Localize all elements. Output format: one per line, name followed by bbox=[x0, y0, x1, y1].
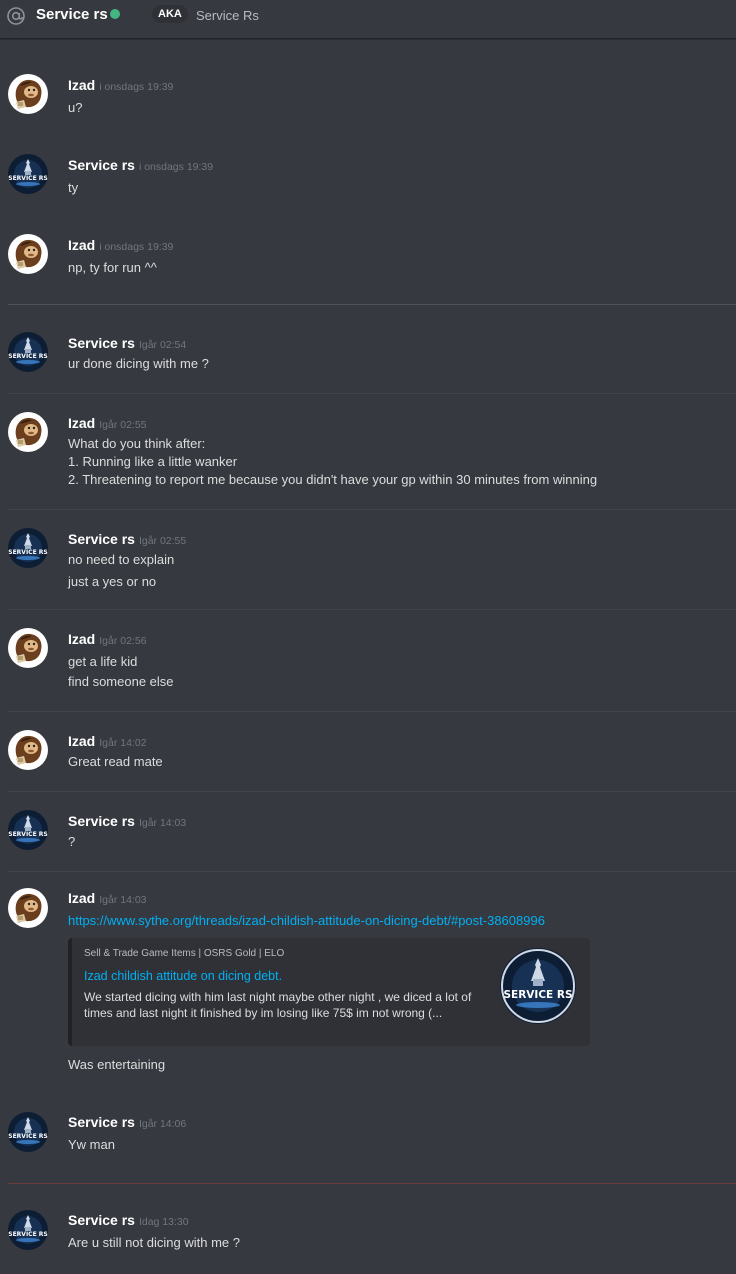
ape-avatar-icon[interactable] bbox=[8, 730, 48, 770]
online-status-icon bbox=[110, 9, 120, 19]
message-link[interactable]: https://www.sythe.org/threads/izad-child… bbox=[68, 913, 545, 928]
ape-avatar-icon[interactable] bbox=[8, 74, 48, 114]
message: Izad i onsdags 19:39 u? bbox=[0, 70, 736, 130]
message-divider bbox=[8, 711, 736, 712]
at-sign-icon bbox=[7, 7, 25, 25]
message-text: np, ty for run ^^ bbox=[68, 260, 157, 275]
message: Izad Igår 14:03 https://www.sythe.org/thr… bbox=[0, 884, 736, 928]
thumbnail-logo-text: SERVICE RS bbox=[503, 989, 572, 1001]
embed-description: We started dicing with him last night ma… bbox=[84, 990, 472, 1020]
message: Izad Igår 14:02 Great read mate bbox=[0, 726, 736, 786]
author-name[interactable]: Service rs bbox=[68, 1114, 135, 1130]
timestamp: i onsdags 19:39 bbox=[99, 241, 174, 253]
timestamp: Igår 02:55 bbox=[99, 419, 147, 431]
new-messages-divider bbox=[8, 1183, 736, 1184]
message: Service rs Igår 02:54 ur done dicing with… bbox=[0, 328, 736, 388]
timestamp: Idag 13:30 bbox=[138, 1216, 189, 1228]
message: Izad Igår 02:55 What do you think after: … bbox=[0, 408, 736, 504]
embed-title[interactable]: Izad childish attitude on dicing debt. bbox=[84, 969, 282, 983]
message-divider bbox=[8, 509, 736, 510]
message: Izad Igår 02:56 get a life kid find someo… bbox=[0, 624, 736, 704]
service-rs-logo-icon[interactable] bbox=[8, 332, 48, 372]
message-text: What do you think after: bbox=[68, 436, 206, 451]
timestamp: Igår 02:56 bbox=[99, 635, 147, 647]
author-name[interactable]: Izad bbox=[68, 77, 95, 93]
message: Service rs Igår 14:03 ? bbox=[0, 806, 736, 866]
author-name[interactable]: Izad bbox=[68, 237, 95, 253]
message-text: find someone else bbox=[68, 674, 174, 689]
message-text: Are u still not dicing with me ? bbox=[68, 1235, 240, 1250]
message-text: get a life kid bbox=[68, 654, 138, 669]
embed-thumbnail[interactable]: SERVICE RS bbox=[500, 948, 576, 1024]
timestamp: Igår 02:54 bbox=[138, 339, 187, 351]
link-embed: Sell & Trade Game Items | OSRS Gold | EL… bbox=[68, 938, 590, 1046]
timestamp: Igår 14:06 bbox=[138, 1118, 187, 1130]
message-text: 1. Running like a little wanker bbox=[68, 454, 238, 469]
aka-badge: AKA bbox=[152, 5, 188, 23]
message-text: Great read mate bbox=[68, 754, 163, 769]
author-name[interactable]: Service rs bbox=[68, 531, 135, 547]
message-text: 2. Threatening to report me because you … bbox=[68, 472, 598, 487]
author-name[interactable]: Izad bbox=[68, 890, 95, 906]
author-name[interactable]: Izad bbox=[68, 415, 95, 431]
timestamp: Igår 14:03 bbox=[138, 817, 187, 829]
message-text: ty bbox=[68, 180, 79, 195]
author-name[interactable]: Service rs bbox=[68, 1212, 135, 1228]
author-name[interactable]: Service rs bbox=[68, 157, 135, 173]
message-text: Yw man bbox=[68, 1137, 115, 1152]
channel-header: Service rs AKA Service Rs bbox=[0, 0, 736, 39]
ape-avatar-icon[interactable] bbox=[8, 628, 48, 668]
service-rs-logo-icon[interactable] bbox=[8, 1112, 48, 1152]
author-name[interactable]: Service rs bbox=[68, 335, 135, 351]
timestamp: Igår 02:55 bbox=[138, 535, 187, 547]
timestamp: Igår 14:02 bbox=[99, 737, 147, 749]
author-name[interactable]: Izad bbox=[68, 733, 95, 749]
message-divider bbox=[8, 393, 736, 394]
channel-name: Service rs bbox=[36, 6, 108, 23]
day-divider bbox=[8, 304, 736, 305]
message-text: Was entertaining bbox=[68, 1057, 166, 1072]
aka-name: Service Rs bbox=[196, 8, 259, 23]
author-name[interactable]: Service rs bbox=[68, 813, 135, 829]
message: Service rs i onsdags 19:39 ty bbox=[0, 150, 736, 210]
message-divider bbox=[8, 791, 736, 792]
message-text: ur done dicing with me ? bbox=[68, 356, 209, 371]
timestamp: i onsdags 19:39 bbox=[138, 161, 214, 173]
message: Izad i onsdags 19:39 np, ty for run ^^ bbox=[0, 230, 736, 290]
ape-avatar-icon[interactable] bbox=[8, 888, 48, 928]
service-rs-logo-icon[interactable] bbox=[8, 528, 48, 568]
message-text: ? bbox=[68, 834, 76, 849]
message-text: u? bbox=[68, 100, 83, 115]
message: Service rs Idag 13:30 Are u still not dic… bbox=[0, 1206, 736, 1266]
embed-provider[interactable]: Sell & Trade Game Items | OSRS Gold | EL… bbox=[84, 948, 284, 959]
ape-avatar-icon[interactable] bbox=[8, 234, 48, 274]
timestamp: Igår 14:03 bbox=[99, 894, 147, 906]
message: Service rs Igår 14:06 Yw man bbox=[0, 1108, 736, 1168]
message-text: no need to explain bbox=[68, 552, 175, 567]
ape-avatar-icon[interactable] bbox=[8, 412, 48, 452]
service-rs-logo-icon[interactable] bbox=[8, 810, 48, 850]
service-rs-logo-icon[interactable] bbox=[8, 1210, 48, 1250]
message-divider bbox=[8, 609, 736, 610]
message-text: just a yes or no bbox=[68, 574, 157, 589]
message-divider bbox=[8, 871, 736, 872]
author-name[interactable]: Izad bbox=[68, 631, 95, 647]
service-rs-logo-icon[interactable] bbox=[8, 154, 48, 194]
timestamp: i onsdags 19:39 bbox=[99, 81, 174, 93]
message: Service rs Igår 02:55 no need to explain … bbox=[0, 524, 736, 604]
